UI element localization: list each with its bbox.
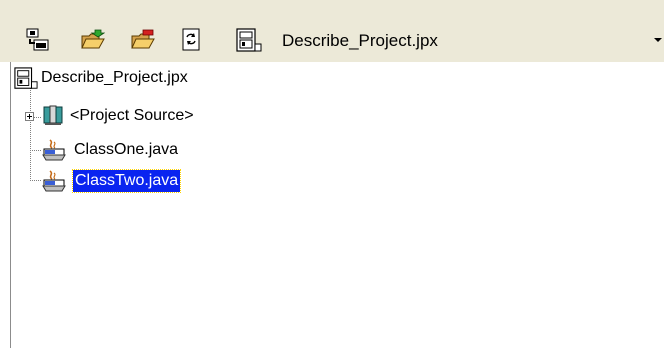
remove-files-icon[interactable]	[131, 28, 155, 52]
tree-node-label[interactable]: Describe_Project.jpx	[41, 66, 188, 90]
project-tree: Describe_Project.jpx <Project Source> Cl…	[0, 62, 664, 348]
refresh-icon[interactable]	[180, 28, 204, 52]
add-files-icon[interactable]	[81, 28, 105, 52]
project-file-icon	[236, 28, 262, 59]
chevron-down-icon[interactable]	[654, 38, 662, 42]
panel-border	[10, 62, 11, 348]
tree-connector	[30, 86, 31, 180]
new-project-icon[interactable]	[26, 28, 50, 52]
tree-node-label-selected[interactable]: ClassTwo.java	[71, 169, 182, 193]
java-file-icon	[42, 138, 68, 167]
tree-connector	[30, 150, 42, 151]
tree-connector	[30, 180, 42, 181]
package-source-icon	[42, 104, 66, 133]
project-toolbar: Describe_Project.jpx	[0, 0, 664, 62]
project-selector[interactable]: Describe_Project.jpx	[236, 28, 664, 54]
tree-node-label[interactable]: ClassOne.java	[74, 138, 178, 162]
tree-node-label[interactable]: <Project Source>	[70, 104, 194, 128]
project-selector-value: Describe_Project.jpx	[282, 31, 438, 50]
expand-toggle[interactable]	[25, 112, 34, 121]
java-file-icon	[42, 169, 68, 198]
project-file-icon	[14, 67, 38, 96]
